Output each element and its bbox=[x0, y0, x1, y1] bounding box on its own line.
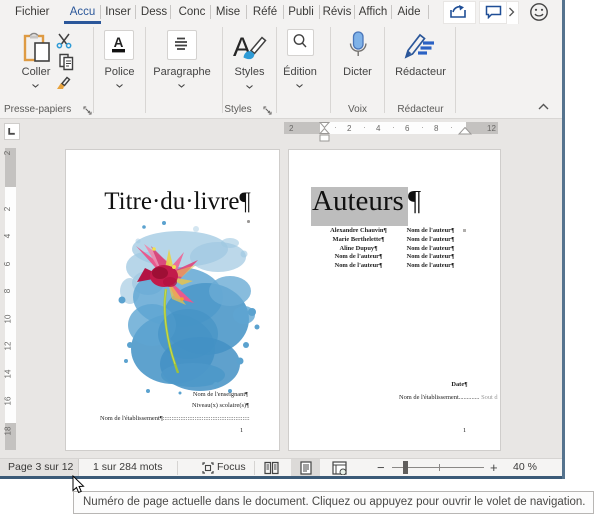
svg-text:A: A bbox=[114, 35, 124, 50]
